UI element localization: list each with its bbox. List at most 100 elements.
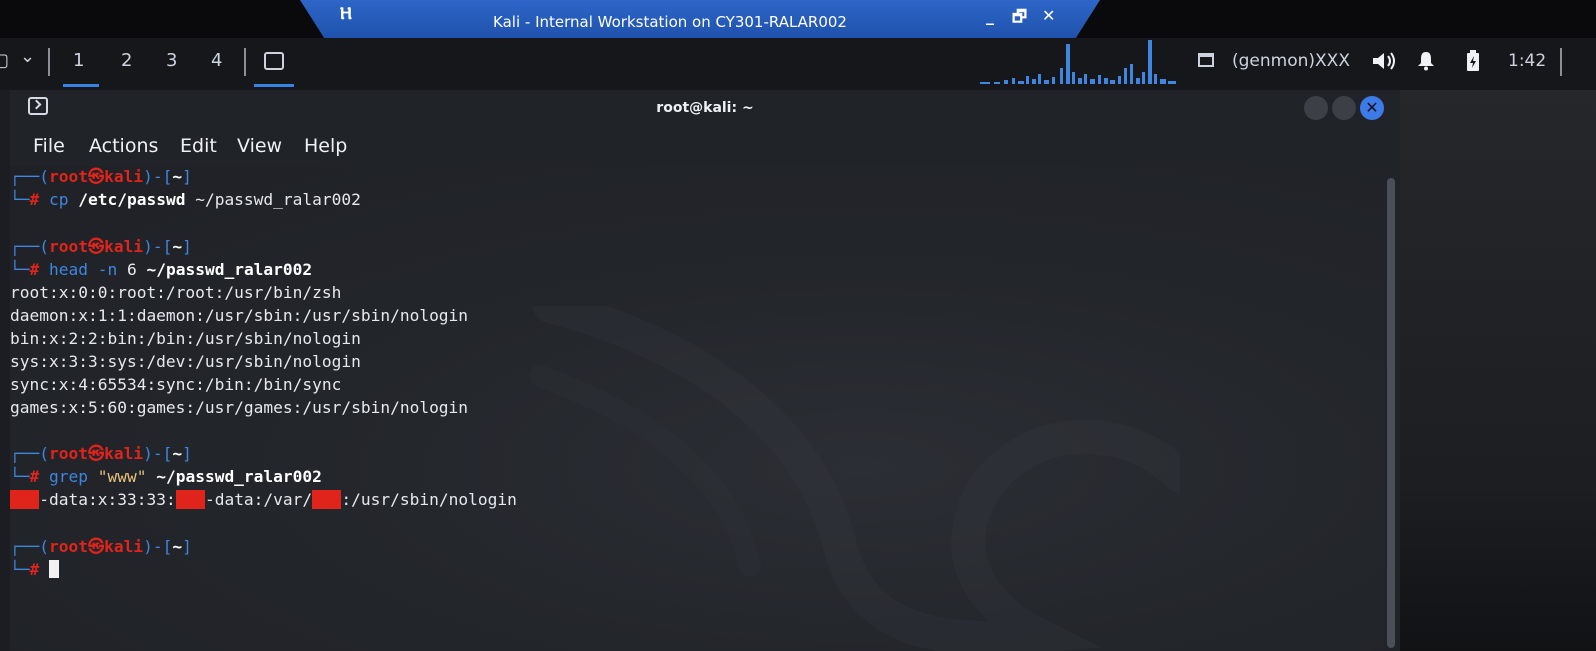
prompt-hash: # xyxy=(29,467,40,486)
genmon-label[interactable]: (genmon)XXX xyxy=(1232,51,1350,71)
command-arg: ~/passwd_ralar002 xyxy=(146,260,313,279)
whisker-menu-icon[interactable]: ▢ xyxy=(0,50,9,71)
prompt-dir: ~ xyxy=(172,167,183,186)
prompt-frame: ] xyxy=(182,237,192,256)
menu-edit[interactable]: Edit xyxy=(180,135,217,157)
prompt-line: ┌──(root㉿kali)-[~] xyxy=(10,536,192,558)
output-segment: -data:x:33:33: xyxy=(39,490,176,509)
grep-match: www xyxy=(175,490,205,509)
command-name: grep xyxy=(49,467,88,486)
kali-dragon-watermark xyxy=(529,306,1180,651)
command-pattern: "www" xyxy=(97,467,147,486)
output-line: sync:x:4:65534:sync:/bin:/bin/sync xyxy=(10,375,342,394)
workspace-4[interactable]: 4 xyxy=(211,50,222,71)
command-name: cp xyxy=(49,190,69,209)
text-cursor xyxy=(49,560,59,578)
prompt-hash: # xyxy=(29,190,40,209)
prompt-dir: ~ xyxy=(172,537,183,556)
taskbar-active-indicator xyxy=(254,84,294,87)
top-panel: ▢ ⌄ 1 2 3 4 (genmon)XXX 1:42 xyxy=(0,38,1596,90)
grep-match: www xyxy=(10,490,40,509)
chevron-down-icon[interactable]: ⌄ xyxy=(20,46,35,67)
prompt-frame: )-[ xyxy=(143,537,173,556)
panel-separator xyxy=(48,48,50,76)
output-line: games:x:5:60:games:/usr/games:/usr/sbin/… xyxy=(10,398,469,417)
grep-match: www xyxy=(312,490,342,509)
command-arg: /etc/passwd xyxy=(78,190,186,209)
output-line: daemon:x:1:1:daemon:/usr/sbin:/usr/sbin/… xyxy=(10,306,469,325)
cpu-graph xyxy=(980,40,1176,84)
terminal-window: root@kali: ~ ✕ File Actions Edit View He… xyxy=(10,90,1400,651)
close-window-button[interactable]: ✕ xyxy=(1360,96,1384,120)
prompt-frame: )-[ xyxy=(143,237,173,256)
prompt-user-host: root㉿kali xyxy=(48,167,144,186)
output-segment: -data:/var/ xyxy=(204,490,313,509)
command-arg: ~/passwd_ralar002 xyxy=(195,190,361,209)
prompt-frame: └─ xyxy=(10,260,30,279)
command-line: └─# cp /etc/passwd ~/passwd_ralar002 xyxy=(10,189,361,211)
menu-actions[interactable]: Actions xyxy=(89,135,158,157)
menu-help[interactable]: Help xyxy=(304,135,347,157)
command-flag: -n xyxy=(97,260,118,279)
prompt-frame: ┌──( xyxy=(10,444,49,463)
scrollbar-thumb[interactable] xyxy=(1387,178,1395,648)
prompt-user-host: root㉿kali xyxy=(48,537,144,556)
prompt-dir: ~ xyxy=(172,237,183,256)
command-line: └─# grep "www" ~/passwd_ralar002 xyxy=(10,466,322,488)
active-workspace-indicator xyxy=(63,84,99,87)
command-arg: ~/passwd_ralar002 xyxy=(156,467,322,486)
remote-session-bar: Ⲏ Kali - Internal Workstation on CY301-R… xyxy=(0,0,1596,44)
clock[interactable]: 1:42 xyxy=(1508,51,1546,71)
prompt-frame: )-[ xyxy=(143,444,173,463)
workspace-3[interactable]: 3 xyxy=(166,50,177,71)
prompt-frame: )-[ xyxy=(143,167,173,186)
terminal-taskbar-icon[interactable] xyxy=(264,52,284,70)
desktop-background xyxy=(1400,90,1596,651)
window-icon[interactable] xyxy=(1198,53,1214,67)
volume-icon[interactable] xyxy=(1371,50,1397,72)
menu-file[interactable]: File xyxy=(33,135,65,157)
prompt-frame: ] xyxy=(182,444,192,463)
minimize-window-button[interactable] xyxy=(1304,96,1328,120)
remote-session-title: Kali - Internal Workstation on CY301-RAL… xyxy=(493,13,847,31)
terminal-icon xyxy=(28,97,48,115)
terminal-output[interactable]: ┌──(root㉿kali)-[~] └─# cp /etc/passwd ~/… xyxy=(10,166,1385,651)
pin-icon[interactable]: Ⲏ xyxy=(340,4,352,24)
maximize-window-button[interactable] xyxy=(1332,96,1356,120)
output-segment: :/usr/sbin/nologin xyxy=(341,490,517,509)
restore-button[interactable]: 🗗 xyxy=(1012,6,1027,33)
prompt-dir: ~ xyxy=(172,444,183,463)
prompt-frame: ┌──( xyxy=(10,167,49,186)
panel-separator xyxy=(244,48,246,76)
command-arg: 6 xyxy=(126,260,137,279)
prompt-frame: └─ xyxy=(10,560,30,579)
window-title: root@kali: ~ xyxy=(656,100,754,116)
output-line: sys:x:3:3:sys:/dev:/usr/sbin/nologin xyxy=(10,352,361,371)
workspace-1[interactable]: 1 xyxy=(73,50,84,71)
prompt-frame: ] xyxy=(182,537,192,556)
prompt-frame: ┌──( xyxy=(10,237,49,256)
grep-output-line: www-data:x:33:33:www-data:/var/www:/usr/… xyxy=(10,489,517,511)
minimize-button[interactable]: _ xyxy=(986,6,994,25)
prompt-line: ┌──(root㉿kali)-[~] xyxy=(10,166,192,188)
command-line: └─# head -n 6 ~/passwd_ralar002 xyxy=(10,259,312,281)
command-name: head xyxy=(49,260,88,279)
close-session-button[interactable]: ✕ xyxy=(1042,6,1055,25)
notification-bell-icon[interactable] xyxy=(1417,51,1435,71)
prompt-hash: # xyxy=(29,260,40,279)
prompt-hash: # xyxy=(29,560,40,579)
battery-icon[interactable] xyxy=(1466,50,1480,72)
terminal-titlebar[interactable]: root@kali: ~ ✕ xyxy=(10,90,1400,126)
prompt-user-host: root㉿kali xyxy=(48,237,144,256)
prompt-frame: ] xyxy=(182,167,192,186)
prompt-frame: ┌──( xyxy=(10,537,49,556)
output-line: bin:x:2:2:bin:/bin:/usr/sbin/nologin xyxy=(10,329,361,348)
prompt-line: ┌──(root㉿kali)-[~] xyxy=(10,236,192,258)
panel-separator xyxy=(1560,48,1562,76)
workspace-2[interactable]: 2 xyxy=(121,50,132,71)
command-line: └─# xyxy=(10,559,59,581)
menu-view[interactable]: View xyxy=(237,135,282,157)
menu-bar: File Actions Edit View Help xyxy=(10,126,1400,166)
prompt-user-host: root㉿kali xyxy=(48,444,144,463)
prompt-frame: └─ xyxy=(10,190,30,209)
